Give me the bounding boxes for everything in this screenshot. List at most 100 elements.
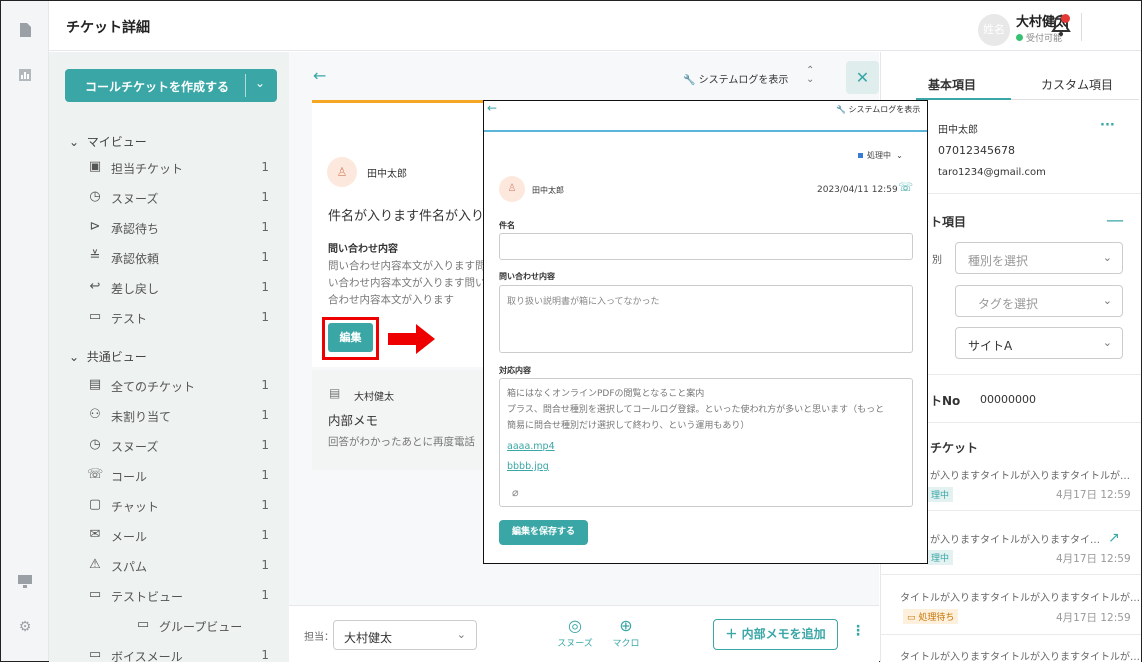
divider bbox=[880, 634, 1141, 635]
sidebar-item-group-view[interactable]: ▭ グループビュー bbox=[135, 616, 277, 636]
status-dot-icon bbox=[858, 153, 863, 158]
assignee-label: 担当： bbox=[304, 632, 334, 643]
status-dropdown[interactable]: 処理中 ⌄ bbox=[858, 150, 903, 161]
more-horizontal-icon[interactable]: ··· bbox=[1100, 118, 1115, 133]
assignee-select[interactable]: 大村健太 ⌄ bbox=[333, 620, 477, 650]
warning-icon: ⚠ bbox=[89, 557, 101, 572]
mail-icon: ✉ bbox=[89, 527, 101, 542]
user-icon: ♙ bbox=[327, 157, 357, 187]
status-badge: 理中 bbox=[927, 487, 954, 502]
collapse-icon[interactable]: — bbox=[1106, 210, 1124, 231]
monitor-icon[interactable] bbox=[17, 575, 33, 591]
tag-select-value: タグを選択 bbox=[978, 297, 1039, 311]
sidebar-item-snooze-common[interactable]: ◷ スヌーズ 1 bbox=[87, 436, 277, 456]
site-select[interactable]: サイトA ⌄ bbox=[955, 327, 1123, 359]
sidebar-item-all-tickets[interactable]: ▤ 全てのチケット 1 bbox=[87, 376, 277, 396]
subject-input[interactable] bbox=[499, 233, 913, 260]
external-link-icon[interactable]: ↗ bbox=[1108, 530, 1120, 546]
gear-icon[interactable]: ⚙ bbox=[17, 619, 33, 635]
back-arrow-icon[interactable]: ← bbox=[313, 66, 326, 85]
edit-button[interactable]: 編集 bbox=[328, 323, 373, 352]
more-vertical-icon[interactable]: ⋮ bbox=[851, 623, 865, 639]
avatar[interactable]: 姓名 bbox=[978, 14, 1010, 46]
macro-button[interactable]: ⊕ マクロ bbox=[606, 618, 646, 650]
header-divider bbox=[1081, 13, 1082, 41]
attachment-link[interactable]: bbbb.jpg bbox=[507, 461, 549, 472]
folder-icon: ▭ bbox=[88, 587, 102, 602]
sidebar-item-snooze[interactable]: ◷ スヌーズ 1 bbox=[87, 188, 277, 208]
chevron-down-icon: ⌄ bbox=[1102, 336, 1112, 349]
tab-custom[interactable]: カスタム項目 bbox=[1041, 76, 1113, 93]
snooze-button[interactable]: ◎ スヌーズ bbox=[555, 616, 595, 650]
inquiry-label: 問い合わせ内容 bbox=[328, 244, 398, 255]
chevron-down-icon: ⌄ bbox=[1102, 251, 1112, 264]
related-ticket-title[interactable]: タイトルが入りますタイトルが入りますタイトルが… bbox=[900, 648, 1140, 662]
chevron-down-icon: ⌄ bbox=[1102, 294, 1112, 307]
sidebar-item-voicemail[interactable]: ▭ ボイスメール 1 bbox=[87, 646, 277, 662]
folder-icon: ▭ bbox=[88, 647, 102, 662]
response-line: 簡易に問合せ種別だけ選択して終わり、という運用もあり） bbox=[507, 421, 750, 431]
memo-title: 内部メモ bbox=[328, 413, 379, 428]
chevron-down-icon: ⌄ bbox=[456, 628, 466, 641]
active-tab-underline bbox=[916, 98, 1011, 100]
divider bbox=[880, 574, 1141, 575]
modal-accent-line bbox=[484, 130, 927, 132]
notification-dot bbox=[1061, 14, 1070, 23]
show-system-log-link[interactable]: 🔧 システムログを表示 bbox=[683, 71, 788, 86]
kind-select-value: 種別を選択 bbox=[968, 254, 1029, 268]
section-common-view[interactable]: ⌄ 共通ビュー bbox=[69, 348, 147, 365]
tab-basic[interactable]: 基本項目 bbox=[928, 76, 976, 93]
approval-request-icon: ≚ bbox=[89, 249, 101, 264]
inquiry-body: 問い合わせ内容本文が入ります問い合わせ内容本文が入ります問い合わせ内容本文が入り… bbox=[328, 260, 486, 306]
tag-select[interactable]: タグを選択 ⌄ bbox=[955, 285, 1123, 317]
ticket-no-value: 00000000 bbox=[980, 393, 1036, 406]
sidebar-item-unassigned[interactable]: ⚇ 未割り当て 1 bbox=[87, 406, 277, 426]
sidebar-item-approval-wait[interactable]: ⊳ 承認待ち 1 bbox=[87, 218, 277, 238]
related-ticket-title[interactable]: が入りますタイトルが入りますタイトルが… bbox=[930, 467, 1130, 482]
close-icon[interactable]: ✕ bbox=[846, 61, 879, 94]
show-system-log-link[interactable]: 🔧 システムログを表示 bbox=[836, 104, 920, 115]
sidebar-item-call[interactable]: ☏ コール 1 bbox=[87, 466, 277, 486]
attachment-link[interactable]: aaaa.mp4 bbox=[507, 441, 555, 452]
sidebar-item-spam[interactable]: ⚠ スパム 1 bbox=[87, 556, 277, 576]
subject-label: 件名 bbox=[499, 221, 515, 230]
sidebar-item-test-view[interactable]: ▭ テストビュー 1 bbox=[87, 586, 277, 606]
related-tickets-heading: チケット bbox=[930, 441, 979, 455]
kind-label: 別 bbox=[932, 255, 942, 266]
phone-icon: ☏ bbox=[87, 467, 104, 482]
save-edit-button[interactable]: 編集を保存する bbox=[499, 520, 588, 545]
report-icon[interactable] bbox=[17, 69, 33, 85]
sidebar-item-chat[interactable]: ▢ チャット 1 bbox=[87, 496, 277, 516]
updown-icon[interactable]: ⌃ ⌄ bbox=[806, 66, 814, 85]
inbox-icon: ▤ bbox=[88, 377, 102, 392]
related-ticket-title[interactable]: タイトルが入りますタイトルが入りますタイトルが… bbox=[900, 589, 1140, 604]
sidebar-item-assigned[interactable]: ▣ 担当チケット 1 bbox=[87, 158, 277, 178]
return-icon: ↩ bbox=[89, 279, 101, 294]
snooze-icon: ◎ bbox=[568, 616, 582, 635]
phone-icon[interactable]: ☏ bbox=[898, 180, 913, 194]
card-author: 田中太郎 bbox=[367, 169, 407, 180]
sidebar-item-test[interactable]: ▭ テスト 1 bbox=[87, 308, 277, 328]
back-arrow-icon[interactable]: ← bbox=[487, 101, 497, 115]
paperclip-icon[interactable]: ⌀ bbox=[512, 486, 519, 499]
kind-select[interactable]: 種別を選択 ⌄ bbox=[955, 242, 1123, 274]
status-badge: ▭ 処理待ち bbox=[903, 609, 959, 624]
section-my-view[interactable]: ⌄ マイビュー bbox=[69, 133, 147, 150]
chevron-down-icon[interactable]: ⌄ bbox=[255, 76, 265, 90]
sidebar-item-mail[interactable]: ✉ メール 1 bbox=[87, 526, 277, 546]
tab-line bbox=[1011, 99, 1139, 100]
response-label: 対応内容 bbox=[499, 366, 531, 375]
modal-date: 2023/04/11 12:59 bbox=[817, 185, 898, 195]
add-internal-memo-button[interactable]: ＋ 内部メモを追加 bbox=[713, 619, 838, 650]
memo-author: 大村健太 bbox=[354, 392, 394, 403]
document-icon[interactable] bbox=[17, 23, 33, 39]
related-ticket-title[interactable]: が入りますタイトルが入りますタイ… bbox=[930, 531, 1100, 546]
sidebar-item-return[interactable]: ↩ 差し戻し 1 bbox=[87, 278, 277, 298]
create-call-ticket-button[interactable]: コールチケットを作成する ⌄ bbox=[65, 69, 277, 102]
assignee-value: 大村健太 bbox=[344, 631, 393, 645]
response-line: プラス、問合せ種別を選択してコールログ登録。といった使われ方が多いと思います（も… bbox=[507, 405, 885, 415]
sidebar-item-approval-request[interactable]: ≚ 承認依頼 1 bbox=[87, 248, 277, 268]
memo-body: 回答がわかったあとに再度電話 bbox=[328, 436, 475, 448]
button-split bbox=[245, 74, 246, 97]
top-header: チケット詳細 姓名 大村健太 受付可能 bbox=[49, 1, 1141, 51]
